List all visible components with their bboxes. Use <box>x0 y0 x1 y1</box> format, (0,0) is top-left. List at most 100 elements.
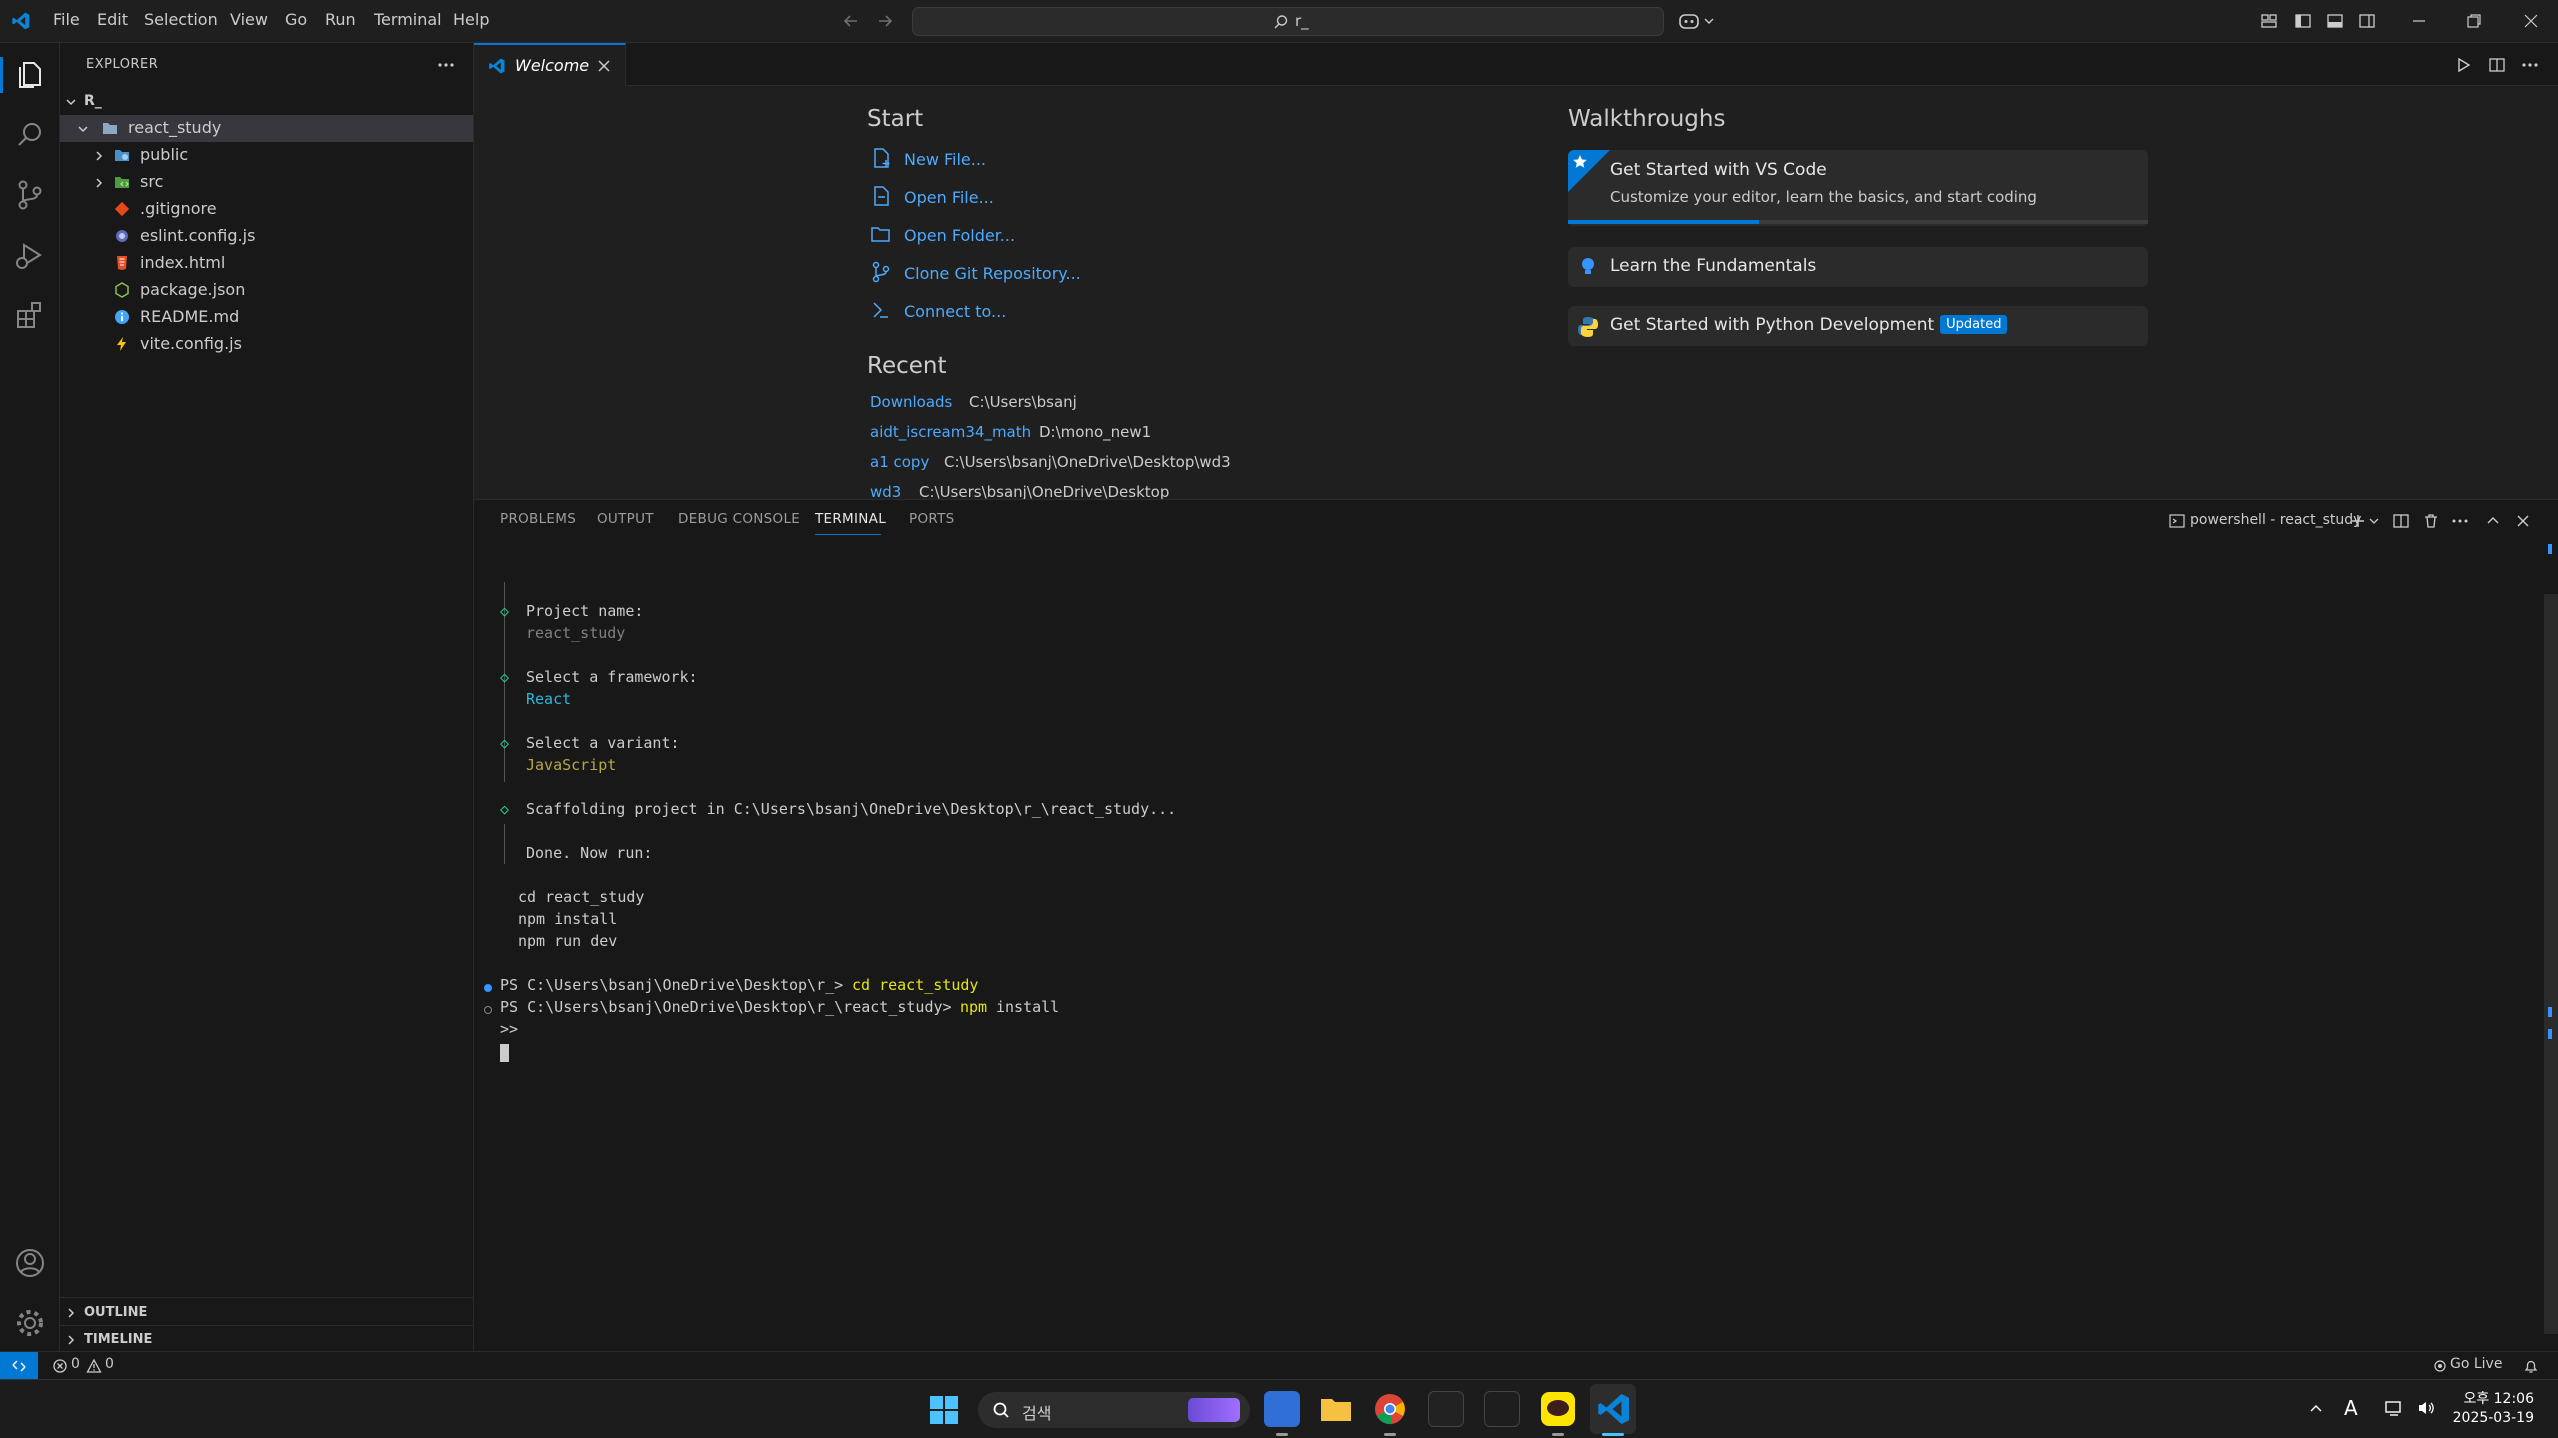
tree-folder-src[interactable]: src <box>60 169 473 196</box>
plus-icon[interactable] <box>2349 512 2367 530</box>
menu-run[interactable]: Run <box>325 10 356 29</box>
tab-welcome[interactable]: Welcome <box>474 43 626 86</box>
taskbar-notepad-app[interactable] <box>1264 1391 1300 1427</box>
connect-to-link[interactable]: Connect to... <box>904 302 1006 321</box>
minimize-icon[interactable] <box>2410 12 2428 30</box>
tree-file-readme[interactable]: README.md <box>60 304 473 331</box>
open-folder-link[interactable]: Open Folder... <box>904 226 1015 245</box>
settings-gear-icon[interactable] <box>12 1305 48 1341</box>
menu-help[interactable]: Help <box>453 10 489 29</box>
clock-date[interactable]: 2025-03-19 <box>2452 1410 2534 1426</box>
clone-repo-link[interactable]: Clone Git Repository... <box>904 264 1081 283</box>
tab-ports[interactable]: PORTS <box>909 511 954 527</box>
status-bar: 0 0 Go Live <box>0 1351 2558 1379</box>
tree-file-gitignore[interactable]: .gitignore <box>60 196 473 223</box>
copilot-icon[interactable] <box>1678 10 1716 32</box>
new-file-link[interactable]: New File... <box>904 150 986 169</box>
file-explorer-icon[interactable] <box>1318 1391 1354 1427</box>
volume-icon[interactable] <box>2416 1398 2436 1418</box>
source-control-icon[interactable] <box>12 177 48 213</box>
command-pending-dot[interactable] <box>484 1006 492 1014</box>
menu-view[interactable]: View <box>230 10 268 29</box>
maximize-panel-icon[interactable] <box>2484 512 2502 530</box>
recent-heading: Recent <box>867 353 947 379</box>
trash-icon[interactable] <box>2422 512 2440 530</box>
tree-file-package-json[interactable]: package.json <box>60 277 473 304</box>
recent-item-name[interactable]: aidt_iscream34_math <box>870 423 1031 441</box>
tree-file-index-html[interactable]: index.html <box>60 250 473 277</box>
terminal-instance-name[interactable]: powershell - react_study <box>2190 512 2361 528</box>
walkthrough-python-card[interactable]: Get Started with Python Development Updat… <box>1568 306 2148 346</box>
more-actions-icon[interactable] <box>2520 56 2540 74</box>
menu-terminal[interactable]: Terminal <box>374 10 442 29</box>
extensions-icon[interactable] <box>12 297 48 333</box>
tab-debug-console[interactable]: DEBUG CONSOLE <box>678 511 800 527</box>
terminal-output[interactable]: ◇ Project name: react_study ◇ Select a f… <box>474 544 2544 1344</box>
command-success-dot[interactable] <box>484 984 492 992</box>
tree-file-vite-config[interactable]: vite.config.js <box>60 331 473 358</box>
go-live-button[interactable]: Go Live <box>2450 1356 2502 1372</box>
chevron-up-icon[interactable] <box>2308 1400 2324 1416</box>
vscode-taskbar-icon[interactable] <box>1596 1391 1632 1427</box>
toggle-primary-sidebar-icon[interactable] <box>2294 12 2312 30</box>
tab-problems[interactable]: PROBLEMS <box>500 511 576 527</box>
more-actions-icon[interactable] <box>436 58 456 72</box>
split-editor-icon[interactable] <box>2488 56 2506 74</box>
error-icon[interactable] <box>52 1358 68 1374</box>
accounts-icon[interactable] <box>12 1245 48 1281</box>
clock-time[interactable]: 오후 12:06 <box>2462 1388 2534 1408</box>
menu-go[interactable]: Go <box>285 10 307 29</box>
more-actions-icon[interactable] <box>2450 512 2470 530</box>
walkthrough-vscode-card[interactable]: Get Started with VS Code Customize your … <box>1568 150 2148 226</box>
menu-selection[interactable]: Selection <box>144 10 218 29</box>
forward-arrow-icon[interactable] <box>876 12 894 30</box>
walkthrough-fundamentals-card[interactable]: Learn the Fundamentals <box>1568 247 2148 287</box>
warning-count[interactable]: 0 <box>105 1356 114 1372</box>
tree-file-eslint[interactable]: eslint.config.js <box>60 223 473 250</box>
scrollbar-thumb[interactable] <box>2544 594 2558 1334</box>
run-icon[interactable] <box>2454 56 2472 74</box>
customize-layout-icon[interactable] <box>2260 12 2278 30</box>
taskbar-davinci-app[interactable] <box>1428 1391 1464 1427</box>
tab-output[interactable]: OUTPUT <box>597 511 654 527</box>
back-arrow-icon[interactable] <box>842 12 860 30</box>
chevron-down-icon[interactable] <box>2367 514 2381 528</box>
tree-folder-public[interactable]: public <box>60 142 473 169</box>
taskbar-search-box[interactable]: 검색 <box>978 1392 1250 1428</box>
split-terminal-icon[interactable] <box>2392 512 2410 530</box>
recent-item-name[interactable]: wd3 <box>870 483 901 499</box>
explorer-icon[interactable] <box>12 57 48 93</box>
timeline-section[interactable]: TIMELINE <box>60 1326 473 1353</box>
menu-file[interactable]: File <box>53 10 80 29</box>
warning-icon[interactable] <box>86 1358 102 1374</box>
tree-folder-react-study[interactable]: react_study <box>60 115 473 142</box>
run-debug-icon[interactable] <box>12 237 48 273</box>
close-icon[interactable] <box>596 58 612 74</box>
chrome-icon[interactable] <box>1372 1391 1408 1427</box>
search-icon[interactable] <box>12 117 48 153</box>
notifications-bell-icon[interactable] <box>2522 1357 2540 1375</box>
toggle-secondary-sidebar-icon[interactable] <box>2358 12 2376 30</box>
network-icon[interactable] <box>2384 1398 2404 1418</box>
toggle-panel-icon[interactable] <box>2326 12 2344 30</box>
tree-item-label: .gitignore <box>140 199 217 218</box>
close-window-icon[interactable] <box>2522 12 2540 30</box>
ime-indicator[interactable]: A <box>2344 1396 2358 1420</box>
tab-terminal[interactable]: TERMINAL <box>815 511 886 527</box>
taskbar-figma-app[interactable] <box>1484 1391 1520 1427</box>
kakaotalk-icon[interactable] <box>1540 1391 1576 1427</box>
remote-indicator[interactable] <box>0 1352 38 1379</box>
menu-edit[interactable]: Edit <box>97 10 128 29</box>
terminal-scrollbar[interactable] <box>2544 544 2558 1344</box>
outline-section[interactable]: OUTLINE <box>60 1299 473 1326</box>
error-count[interactable]: 0 <box>71 1356 80 1372</box>
recent-item-name[interactable]: Downloads <box>870 393 952 411</box>
close-panel-icon[interactable] <box>2514 512 2532 530</box>
open-file-link[interactable]: Open File... <box>904 188 994 207</box>
restore-icon[interactable] <box>2465 12 2483 30</box>
new-file-icon <box>874 148 890 168</box>
windows-start-icon[interactable] <box>928 1394 960 1426</box>
workspace-root[interactable]: R_ <box>60 88 473 115</box>
command-center-search[interactable]: r_ <box>912 7 1664 36</box>
recent-item-name[interactable]: a1 copy <box>870 453 929 471</box>
